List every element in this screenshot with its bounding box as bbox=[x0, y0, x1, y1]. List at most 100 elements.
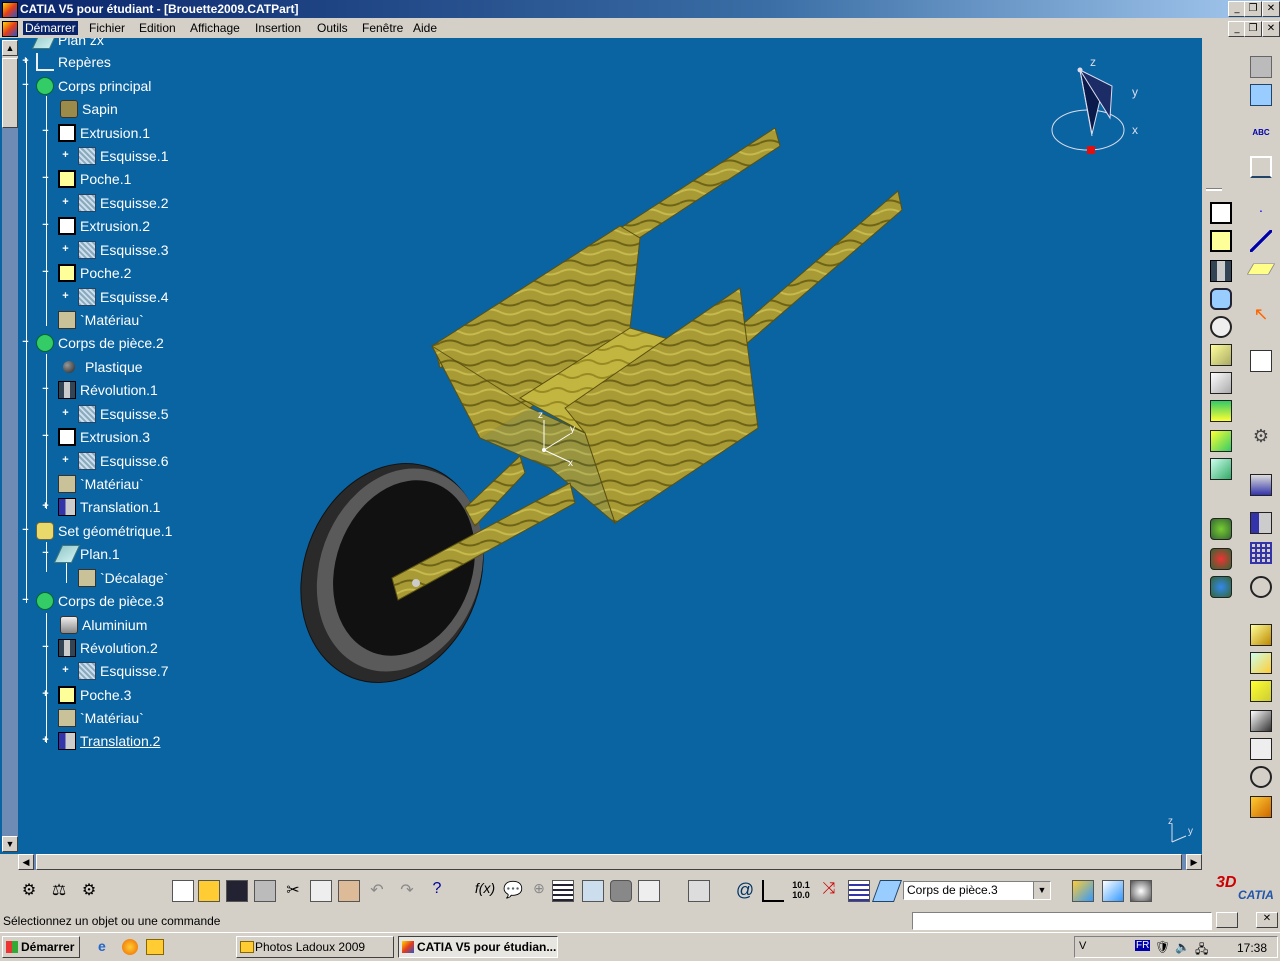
expand-toggle[interactable]: + bbox=[61, 197, 70, 208]
tree-item-poche-2[interactable]: Poche.2 bbox=[58, 263, 131, 283]
command-input[interactable] bbox=[912, 912, 1212, 930]
shaft-icon[interactable] bbox=[1210, 260, 1232, 282]
document-icon[interactable] bbox=[2, 21, 18, 37]
measure-icon[interactable] bbox=[1250, 474, 1272, 496]
chevron-down-icon[interactable]: ▼ bbox=[1033, 882, 1050, 899]
tree-item-plastique[interactable]: Plastique bbox=[60, 357, 143, 377]
expand-toggle[interactable]: + bbox=[41, 689, 50, 700]
tree-item-translation-2[interactable]: Translation.2 bbox=[58, 731, 160, 751]
undo-icon[interactable]: ↶ bbox=[366, 880, 388, 902]
lock-parameter-icon[interactable] bbox=[610, 880, 632, 902]
gear-icon[interactable]: ⚙ bbox=[18, 880, 40, 902]
tree-item-poche-1[interactable]: Poche.1 bbox=[58, 169, 131, 189]
tree-item-esquisse-6[interactable]: Esquisse.6 bbox=[78, 451, 168, 471]
tree-item-corps-principal[interactable]: Corps principal bbox=[36, 76, 151, 96]
menu-edition[interactable]: Edition bbox=[139, 21, 176, 35]
gear-icon[interactable]: ⚙ bbox=[1250, 426, 1272, 448]
cancel-command-button[interactable]: ✕ bbox=[1256, 912, 1278, 928]
lock-icon[interactable]: ⊕ bbox=[528, 880, 550, 902]
isometric-view-icon[interactable] bbox=[1250, 738, 1272, 760]
expand-toggle[interactable]: + bbox=[61, 291, 70, 302]
start-button[interactable]: Démarrer bbox=[2, 936, 80, 958]
tree-item-revolution-2[interactable]: Révolution.2 bbox=[58, 638, 158, 658]
sketch-tool-icon[interactable] bbox=[1250, 350, 1272, 372]
collapse-toggle[interactable]: − bbox=[21, 337, 30, 348]
snap-icon[interactable]: ⤨ bbox=[818, 880, 840, 902]
unit-icon[interactable]: 10.1 10.0 bbox=[790, 880, 812, 902]
tree-item-aluminium[interactable]: Aluminium bbox=[60, 615, 147, 635]
line-icon[interactable] bbox=[1250, 230, 1272, 252]
text-annotation-icon[interactable]: ABC bbox=[1250, 128, 1272, 150]
grid-icon[interactable] bbox=[1250, 542, 1272, 564]
save-icon[interactable] bbox=[226, 880, 248, 902]
collapse-toggle[interactable]: − bbox=[41, 173, 50, 184]
scroll-right-arrow[interactable]: ▶ bbox=[1186, 854, 1202, 870]
tree-item-esquisse-7[interactable]: Esquisse.7 bbox=[78, 661, 168, 681]
command-options-button[interactable] bbox=[1216, 912, 1238, 928]
task-photos-ladoux[interactable]: Photos Ladoux 2009 bbox=[236, 936, 394, 958]
expand-toggle[interactable]: + bbox=[61, 244, 70, 255]
point-icon[interactable]: · bbox=[1250, 202, 1272, 224]
help-icon[interactable]: ? bbox=[426, 880, 448, 902]
tree-item-plan-zx[interactable]: Plan zx bbox=[31, 38, 104, 50]
environment-icon[interactable] bbox=[1130, 880, 1152, 902]
knowledge-icon[interactable]: ⚖ bbox=[48, 880, 70, 902]
translate-icon[interactable] bbox=[1250, 512, 1272, 534]
menu-demarrer[interactable]: Démarrer bbox=[23, 21, 78, 35]
table-icon[interactable] bbox=[552, 880, 574, 902]
collapse-toggle[interactable]: − bbox=[41, 431, 50, 442]
hierarchy-icon[interactable] bbox=[582, 880, 604, 902]
pattern-icon[interactable] bbox=[1210, 518, 1232, 540]
tree-item-extrusion-1[interactable]: Extrusion.1 bbox=[58, 123, 150, 143]
thickness-icon[interactable] bbox=[1210, 458, 1232, 480]
collapse-toggle[interactable]: − bbox=[41, 384, 50, 395]
ie-icon[interactable]: e bbox=[98, 938, 116, 956]
print-icon[interactable] bbox=[254, 880, 276, 902]
tree-item-plan-1[interactable]: Plan.1 bbox=[53, 544, 120, 564]
tree-item-esquisse-2[interactable]: Esquisse.2 bbox=[78, 193, 168, 213]
spiral-icon[interactable]: @ bbox=[734, 880, 756, 902]
fillet-icon[interactable] bbox=[1210, 344, 1232, 366]
plane-tool-icon[interactable] bbox=[1250, 84, 1272, 106]
new-document-icon[interactable] bbox=[172, 880, 194, 902]
redo-icon[interactable]: ↷ bbox=[396, 880, 418, 902]
wireframe-icon[interactable] bbox=[1250, 710, 1272, 732]
tree-item-reperes[interactable]: Repères bbox=[36, 52, 111, 72]
paste-icon[interactable] bbox=[338, 880, 360, 902]
tree-item-extrusion-3[interactable]: Extrusion.3 bbox=[58, 427, 150, 447]
close-button[interactable]: ✕ bbox=[1262, 1, 1280, 17]
user-pattern-icon[interactable] bbox=[1210, 576, 1232, 598]
title-bar[interactable]: CATIA V5 pour étudiant - [Brouette2009.C… bbox=[0, 0, 1280, 18]
expand-toggle[interactable]: + bbox=[21, 56, 30, 67]
horizontal-scrollbar[interactable]: ◀ ▶ bbox=[18, 854, 1202, 870]
render-icon[interactable] bbox=[1072, 880, 1094, 902]
comment-icon[interactable]: 💬 bbox=[502, 880, 524, 902]
tree-item-esquisse-3[interactable]: Esquisse.3 bbox=[78, 240, 168, 260]
tree-item-materiau-1[interactable]: `Matériau` bbox=[58, 310, 144, 330]
tree-item-set-geometrique-1[interactable]: Set géométrique.1 bbox=[36, 521, 172, 541]
tray-icon[interactable]: V bbox=[1079, 940, 1086, 952]
menu-fenetre[interactable]: Fenêtre bbox=[362, 21, 403, 35]
plane-reference-icon[interactable] bbox=[1246, 263, 1276, 275]
current-body-select[interactable]: Corps de pièce.3 ▼ bbox=[903, 881, 1051, 900]
draft-icon[interactable] bbox=[1210, 400, 1232, 422]
tree-item-poche-3[interactable]: Poche.3 bbox=[58, 685, 131, 705]
shell-icon[interactable] bbox=[1210, 430, 1232, 452]
work-object-icon[interactable] bbox=[871, 880, 903, 902]
menu-insertion[interactable]: Insertion bbox=[255, 21, 301, 35]
hidden-edges-icon[interactable] bbox=[1250, 680, 1272, 702]
expand-toggle[interactable]: + bbox=[41, 735, 50, 746]
tree-item-sapin[interactable]: Sapin bbox=[60, 99, 118, 119]
tree-item-corps-de-piece-2[interactable]: Corps de pièce.2 bbox=[36, 333, 164, 353]
fit-all-icon[interactable] bbox=[1250, 576, 1272, 598]
menu-affichage[interactable]: Affichage bbox=[190, 21, 240, 35]
pocket-icon[interactable] bbox=[1210, 230, 1232, 252]
texture-icon[interactable] bbox=[1102, 880, 1124, 902]
groove-icon[interactable] bbox=[1210, 316, 1232, 338]
collapse-toggle[interactable]: − bbox=[41, 267, 50, 278]
formula-icon[interactable]: f(x) bbox=[474, 880, 496, 902]
speaker-icon[interactable]: 🔈 bbox=[1175, 940, 1190, 954]
tree-item-esquisse-4[interactable]: Esquisse.4 bbox=[78, 287, 168, 307]
horizontal-scroll-thumb[interactable] bbox=[36, 854, 1182, 870]
firefox-icon[interactable] bbox=[122, 939, 138, 955]
